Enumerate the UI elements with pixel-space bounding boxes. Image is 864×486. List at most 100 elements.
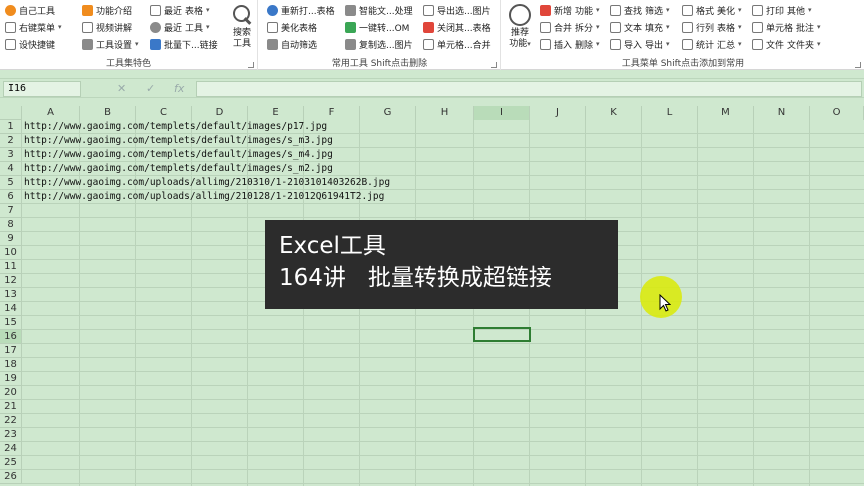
rows-columns-menu[interactable]: 行列 表格 ▾ [682, 19, 742, 35]
reopen-table-button[interactable]: 重新打...表格 [267, 2, 335, 18]
column-header-o[interactable]: O [810, 106, 864, 120]
beautify-table-button[interactable]: 美化表格 [267, 19, 317, 35]
row-header-6[interactable]: 6 [0, 190, 22, 204]
column-header-i[interactable]: I [474, 106, 530, 120]
row-header-20[interactable]: 20 [0, 386, 22, 400]
row-header-16[interactable]: 16 [0, 330, 22, 344]
select-all-corner[interactable] [0, 106, 22, 120]
import-export-menu[interactable]: 导入 导出 ▾ [610, 36, 670, 52]
dialog-launcher-icon[interactable] [491, 62, 497, 68]
close-other-tables-button[interactable]: 关闭其...表格 [423, 19, 491, 35]
cell-comment-menu[interactable]: 单元格 批注 ▾ [752, 19, 821, 35]
row-header-10[interactable]: 10 [0, 246, 22, 260]
row-header-4[interactable]: 4 [0, 162, 22, 176]
formula-input[interactable] [196, 81, 862, 97]
row-header-23[interactable]: 23 [0, 428, 22, 442]
auto-filter-button[interactable]: 自动筛选 [267, 36, 317, 52]
row-gridline [22, 483, 864, 484]
batch-download-links-button[interactable]: 批量下...链接 [150, 36, 218, 52]
column-header-h[interactable]: H [416, 106, 474, 120]
text-fill-menu[interactable]: 文本 填充 ▾ [610, 19, 670, 35]
column-header-n[interactable]: N [754, 106, 810, 120]
merge-split-menu[interactable]: 合并 拆分 ▾ [540, 19, 600, 35]
print-other-menu[interactable]: 打印 其他 ▾ [752, 2, 812, 18]
row-header-17[interactable]: 17 [0, 344, 22, 358]
tool-settings-button[interactable]: 工具设置 ▾ [82, 36, 139, 52]
recommended-features-button[interactable]: 推荐 功能▾ [506, 2, 534, 50]
cell-a6[interactable]: http://www.gaoimg.com/uploads/allimg/210… [24, 190, 384, 204]
column-header-m[interactable]: M [698, 106, 754, 120]
column-header-j[interactable]: J [530, 106, 586, 120]
cancel-icon[interactable]: ✕ [117, 81, 126, 97]
right-click-menu-button[interactable]: 右键菜单 ▾ [5, 19, 62, 35]
row-header-25[interactable]: 25 [0, 456, 22, 470]
recent-tables-button[interactable]: 最近 表格 ▾ [150, 2, 210, 18]
row-header-5[interactable]: 5 [0, 176, 22, 190]
recent-tools-button[interactable]: 最近 工具 ▾ [150, 19, 210, 35]
row-gridline [22, 217, 864, 218]
column-gridline [809, 120, 810, 486]
feature-intro-button[interactable]: 功能介绍 [82, 2, 132, 18]
column-header-b[interactable]: B [80, 106, 136, 120]
own-tools-button[interactable]: 自己工具 [5, 2, 55, 18]
text-icon [610, 21, 621, 33]
chevron-down-icon: ▾ [817, 23, 821, 31]
cell-a2[interactable]: http://www.gaoimg.com/templets/default/i… [24, 134, 333, 148]
row-header-1[interactable]: 1 [0, 120, 22, 134]
column-gridline [753, 120, 754, 486]
row-header-3[interactable]: 3 [0, 148, 22, 162]
cell-a5[interactable]: http://www.gaoimg.com/uploads/allimg/210… [24, 176, 390, 190]
column-header-l[interactable]: L [642, 106, 698, 120]
video-tutorial-button[interactable]: 视频讲解 [82, 19, 132, 35]
column-header-e[interactable]: E [248, 106, 304, 120]
column-header-k[interactable]: K [586, 106, 642, 120]
statistics-summary-menu[interactable]: 统计 汇总 ▾ [682, 36, 742, 52]
excel-icon [345, 21, 356, 33]
format-beautify-menu[interactable]: 格式 美化 ▾ [682, 2, 742, 18]
row-header-11[interactable]: 11 [0, 260, 22, 274]
insert-delete-menu[interactable]: 插入 删除 ▾ [540, 36, 600, 52]
cell-a1[interactable]: http://www.gaoimg.com/templets/default/i… [24, 120, 327, 134]
cell-a4[interactable]: http://www.gaoimg.com/templets/default/i… [24, 162, 333, 176]
find-filter-menu[interactable]: 查找 筛选 ▾ [610, 2, 670, 18]
cell-a3[interactable]: http://www.gaoimg.com/templets/default/i… [24, 148, 333, 162]
name-box[interactable]: I16 [3, 81, 81, 97]
row-header-12[interactable]: 12 [0, 274, 22, 288]
row-gridline [22, 413, 864, 414]
selected-cell-i16[interactable] [473, 327, 531, 342]
row-header-21[interactable]: 21 [0, 400, 22, 414]
column-header-f[interactable]: F [304, 106, 360, 120]
confirm-icon[interactable]: ✓ [146, 81, 155, 97]
row-header-13[interactable]: 13 [0, 288, 22, 302]
merge-cells-button[interactable]: 单元格...合并 [423, 36, 491, 52]
function-icon[interactable]: fx [174, 81, 184, 97]
column-header-g[interactable]: G [360, 106, 416, 120]
table-style-icon [267, 21, 278, 33]
copy-selection-image-button[interactable]: 复制选...图片 [345, 36, 413, 52]
dialog-launcher-icon[interactable] [855, 62, 861, 68]
row-header-18[interactable]: 18 [0, 358, 22, 372]
row-header-14[interactable]: 14 [0, 302, 22, 316]
dialog-launcher-icon[interactable] [248, 62, 254, 68]
row-header-26[interactable]: 26 [0, 470, 22, 484]
new-feature-menu[interactable]: 新增 功能 ▾ [540, 2, 600, 18]
import-icon [610, 38, 621, 50]
row-header-7[interactable]: 7 [0, 204, 22, 218]
column-header-c[interactable]: C [136, 106, 192, 120]
gear-icon [82, 38, 93, 50]
row-header-19[interactable]: 19 [0, 372, 22, 386]
set-shortcut-button[interactable]: 设快捷键 [5, 36, 55, 52]
search-tools-button[interactable]: 搜索 工具 [228, 2, 256, 50]
column-header-d[interactable]: D [192, 106, 248, 120]
row-header-24[interactable]: 24 [0, 442, 22, 456]
export-selection-image-button[interactable]: 导出选...图片 [423, 2, 491, 18]
one-click-convert-button[interactable]: 一键转...OM [345, 19, 409, 35]
row-header-8[interactable]: 8 [0, 218, 22, 232]
smart-text-button[interactable]: 智能文...处理 [345, 2, 413, 18]
row-header-22[interactable]: 22 [0, 414, 22, 428]
file-folder-menu[interactable]: 文件 文件夹 ▾ [752, 36, 821, 52]
row-header-15[interactable]: 15 [0, 316, 22, 330]
column-header-a[interactable]: A [22, 106, 80, 120]
row-header-9[interactable]: 9 [0, 232, 22, 246]
row-header-2[interactable]: 2 [0, 134, 22, 148]
